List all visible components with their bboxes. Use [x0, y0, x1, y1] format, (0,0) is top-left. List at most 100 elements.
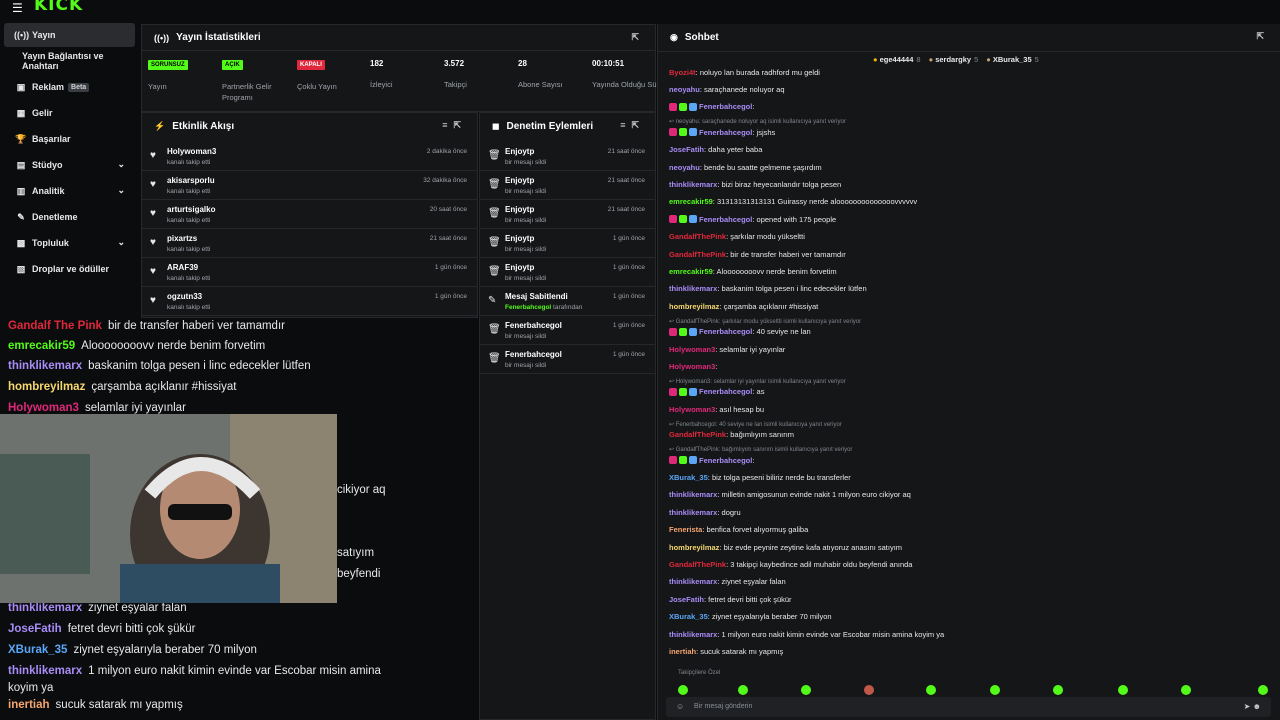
chevron-down-icon[interactable]: ⌄	[117, 159, 125, 170]
chat-username[interactable]: Fenerista	[669, 525, 702, 534]
chat-text: : bende bu saatte gelmeme şaşırdım	[699, 162, 822, 172]
chat-username[interactable]: thinklikemarx	[669, 508, 717, 517]
chat-message: Holywoman3: asıl hesap bu	[669, 403, 764, 415]
chat-username[interactable]: thinklikemarx	[669, 577, 717, 586]
chat-message: thinklikemarx: 1 milyon euro nakit kimin…	[669, 628, 944, 640]
feed-row: 🗑 Enjoytp bir mesajı sildi 21 saat önce	[480, 200, 655, 229]
chat-username[interactable]: emrecakir59	[669, 267, 713, 276]
send-icon[interactable]: ➤ ☻	[1244, 702, 1261, 711]
chat-username[interactable]: GandalfThePink	[669, 560, 726, 569]
emote-icon[interactable]	[926, 685, 936, 695]
emote-icon[interactable]	[990, 685, 1000, 695]
chat-text: : as	[752, 387, 765, 397]
emote-icon[interactable]	[678, 685, 688, 695]
row-sub: kanalı takip etti	[167, 217, 210, 224]
chat-message: thinklikemarx: bizi biraz heyecanlandır …	[669, 178, 841, 190]
chat-username[interactable]: JoseFatih	[669, 145, 704, 154]
row-time: 2 dakika önce	[426, 148, 467, 155]
emote-icon[interactable]	[1118, 685, 1128, 695]
sidebar-item[interactable]: ▧ Droplar ve ödüller	[4, 257, 135, 281]
user-badge-icon	[689, 456, 697, 464]
chat-username[interactable]: XBurak_35	[669, 473, 708, 482]
sidebar-item[interactable]: ▥ Analitik ⌄	[4, 179, 135, 203]
filter-popout-icons[interactable]: ≡⇱	[620, 120, 645, 131]
chat-username[interactable]: neoyahu	[669, 85, 700, 94]
chat-username[interactable]: Fenerbahcegol	[699, 102, 752, 111]
chat-username[interactable]: inertiah	[669, 647, 696, 656]
chat-username[interactable]: GandalfThePink	[669, 232, 726, 241]
chat-username[interactable]: hombreyilmaz	[669, 302, 719, 311]
row-sub-text: tarafından	[553, 304, 583, 311]
chat-username[interactable]: thinklikemarx	[669, 490, 717, 499]
emote-icon[interactable]	[1053, 685, 1063, 695]
chat-username[interactable]: thinklikemarx	[669, 180, 717, 189]
chat-username[interactable]: XBurak_35	[669, 612, 708, 621]
trash-icon: 🗑	[488, 353, 501, 364]
sidebar-item[interactable]: ▣ Reklam Beta	[4, 75, 135, 99]
row-name: Enjoytp	[505, 205, 535, 214]
revenue-icon: ▦	[16, 107, 26, 118]
emote-bar[interactable]	[668, 685, 1268, 697]
chat-username[interactable]: JoseFatih	[669, 595, 704, 604]
gifter-coin-icon: ●	[873, 55, 880, 64]
sidebar-item[interactable]: ▤ Stüdyo ⌄	[4, 153, 135, 177]
chat-username[interactable]: hombreyilmaz	[669, 543, 719, 552]
row-sub: kanalı takip etti	[167, 159, 210, 166]
emote-icon[interactable]	[738, 685, 748, 695]
sidebar-item[interactable]: ▦ Gelir	[4, 101, 135, 125]
user-badge-icon	[679, 102, 687, 111]
chat-message: thinklikemarx: ziynet eşyalar falan	[669, 576, 786, 588]
overlay-chat-line: beyfendi	[337, 568, 380, 580]
chat-username[interactable]: thinklikemarx	[669, 630, 717, 639]
chat-username[interactable]: Holywoman3	[669, 405, 715, 414]
chat-username[interactable]: Fenerbahcegol	[699, 215, 752, 224]
kick-logo[interactable]: KICK	[34, 0, 83, 15]
emoji-icon[interactable]: ☺	[676, 702, 684, 711]
chat-message: JoseFatih: daha yeter baba	[669, 144, 762, 156]
chat-username[interactable]: Fenerbahcegol	[699, 327, 752, 336]
chat-username[interactable]: Byozi4t	[669, 68, 696, 77]
row-time: 1 gün önce	[612, 264, 645, 271]
shield-icon: ◼	[492, 120, 500, 131]
chevron-down-icon[interactable]: ⌄	[117, 237, 125, 248]
chat-username[interactable]: Holywoman3	[669, 345, 715, 354]
sidebar-item[interactable]: ▩ Topluluk ⌄	[4, 231, 135, 255]
chat-username[interactable]: GandalfThePink	[669, 430, 726, 439]
sidebar-item[interactable]: 🏆 Başarılar	[4, 127, 135, 151]
chat-username[interactable]: emrecakir59	[669, 197, 713, 206]
emote-icon[interactable]	[864, 685, 874, 695]
sidebar-item[interactable]: ((•)) Yayın	[4, 23, 135, 47]
emote-icon[interactable]	[801, 685, 811, 695]
emote-icon[interactable]	[1258, 685, 1268, 695]
menu-icon[interactable]: ☰	[12, 1, 23, 15]
chat-input[interactable]: ☺ Bir mesaj gönderin ➤ ☻	[666, 697, 1271, 717]
chat-username[interactable]: GandalfThePink	[669, 250, 726, 259]
chat-username[interactable]: Fenerbahcegol	[699, 387, 752, 396]
filter-popout-icons[interactable]: ≡⇱	[442, 120, 467, 131]
popout-icon[interactable]: ⇱	[631, 32, 645, 43]
sidebar-item[interactable]: ✎ Denetleme	[4, 205, 135, 229]
chat-username[interactable]: thinklikemarx	[669, 284, 717, 293]
chat-username[interactable]: Fenerbahcegol	[699, 456, 752, 465]
chevron-down-icon[interactable]: ⌄	[117, 185, 125, 196]
overlay-chat-line: emrecakir59 Aloooooooovv nerde benim forv…	[8, 340, 265, 352]
row-sub: kanalı takip etti	[167, 188, 210, 195]
stat-value: 182	[370, 59, 384, 68]
overlay-chat-text: fetret devri bitti çok şükür	[67, 623, 196, 635]
chat-username[interactable]: Holywoman3	[669, 362, 715, 371]
moderation-title: Denetim Eylemleri	[506, 120, 594, 132]
user-badge-icon	[679, 128, 687, 137]
emote-icon[interactable]	[1181, 685, 1191, 695]
chat-text: : jsjshs	[752, 127, 776, 137]
chat-panel: ◉ Sohbet ⇱ ● ege44444 8 ● serdargky 5 ● XBurak…	[657, 24, 1280, 720]
chat-title: Sohbet	[684, 32, 719, 43]
heart-icon: ♥	[150, 150, 156, 161]
chat-text: : selamlar iyi yayınlar	[715, 344, 786, 354]
chat-username[interactable]: neoyahu	[669, 163, 700, 172]
popout-icon[interactable]: ⇱	[1256, 31, 1270, 42]
sidebar-item[interactable]: Yayın Bağlantısı ve Anahtarı	[4, 49, 135, 73]
gifter-count: 8	[916, 55, 921, 64]
chat-text: : baskanim tolga pesen i linc edecekler …	[717, 284, 867, 294]
row-name: Fenerbahcegol	[505, 350, 562, 359]
chat-username[interactable]: Fenerbahcegol	[699, 128, 752, 137]
